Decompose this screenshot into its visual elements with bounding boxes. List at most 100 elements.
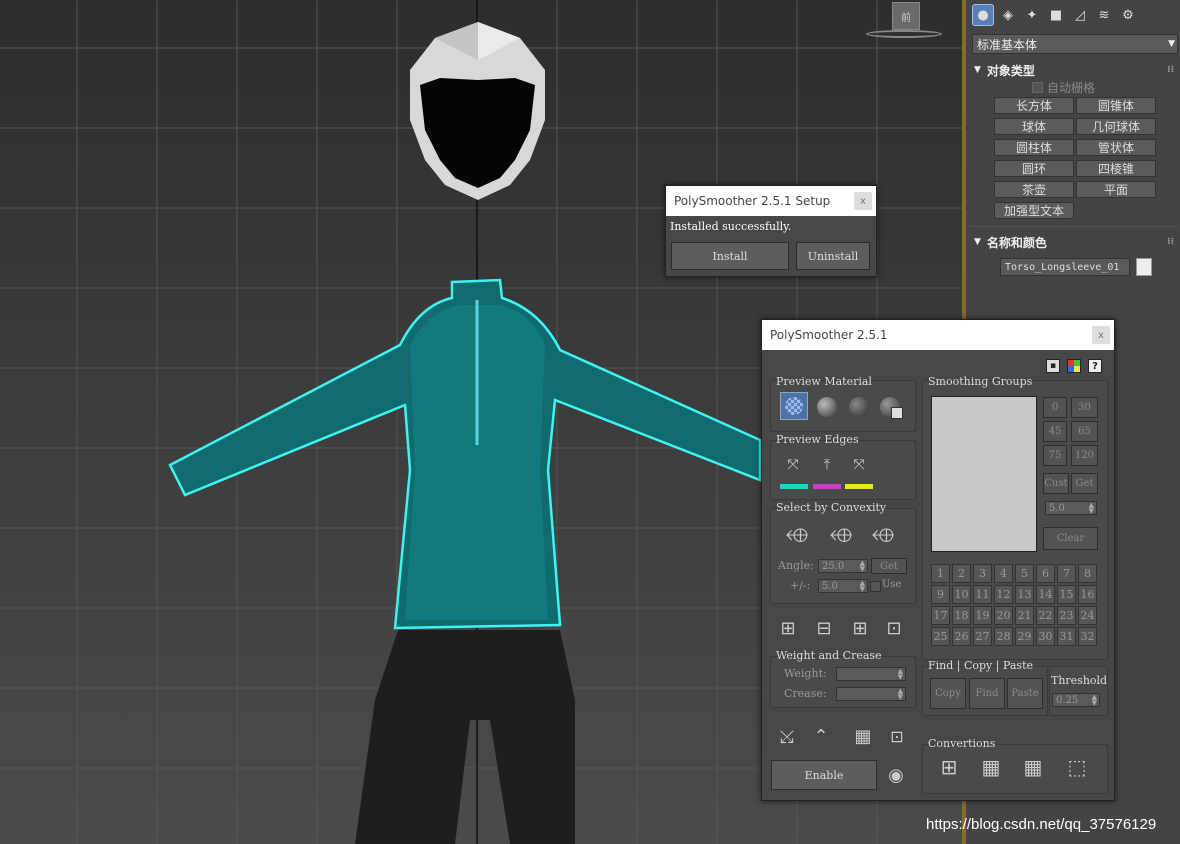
viewcube[interactable]: 前	[866, 2, 944, 42]
original-material-icon[interactable]	[880, 397, 903, 419]
setup-dialog-titlebar[interactable]: PolySmoother 2.5.1 Setup x	[666, 186, 876, 216]
grid-dense-icon[interactable]: ▦	[852, 725, 874, 747]
edge-preview-both-icon[interactable]: ⤧	[848, 454, 870, 476]
angle-get-button[interactable]: Get	[871, 558, 907, 574]
copy-button[interactable]: Copy	[930, 678, 966, 709]
smoothing-group-button[interactable]: 8	[1078, 564, 1097, 583]
sg-get-button[interactable]: Get	[1071, 473, 1098, 494]
tube-button[interactable]: 管状体	[1076, 139, 1156, 156]
viewcube-face[interactable]: 前	[892, 2, 920, 30]
sg-clear-button[interactable]: Clear	[1043, 527, 1098, 550]
help-icon[interactable]: ?	[1088, 359, 1102, 373]
quad-corner-icon[interactable]: ⊡	[883, 617, 905, 639]
camera-icon[interactable]: ■	[1046, 5, 1066, 25]
palette-icon[interactable]	[1067, 359, 1081, 373]
edge-color-swatch[interactable]	[780, 484, 808, 489]
save-icon[interactable]: ▪	[1046, 359, 1060, 373]
pyramid-button[interactable]: 四棱锥	[1076, 160, 1156, 177]
category-dropdown[interactable]: 标准基本体 ▼	[972, 34, 1178, 54]
smoothing-group-button[interactable]: 22	[1036, 606, 1055, 625]
convert-quads-icon[interactable]: ⊞	[938, 755, 960, 779]
smoothing-group-button[interactable]: 6	[1036, 564, 1055, 583]
close-icon[interactable]: x	[854, 192, 872, 210]
angle-spinner[interactable]: 25.0 ▲ ▼	[818, 559, 868, 573]
smoothing-group-button[interactable]: 25	[931, 627, 950, 646]
smoothing-group-button[interactable]: 23	[1057, 606, 1076, 625]
smoothing-group-button[interactable]: 10	[952, 585, 971, 604]
close-icon[interactable]: x	[1092, 326, 1110, 344]
cylinder-button[interactable]: 圆柱体	[994, 139, 1074, 156]
systems-icon[interactable]: ⚙	[1118, 5, 1138, 25]
smoothing-group-button[interactable]: 18	[952, 606, 971, 625]
convert-material-icon[interactable]: ▦	[1022, 755, 1044, 779]
smoothing-group-button[interactable]: 13	[1015, 585, 1034, 604]
smoothing-group-button[interactable]: 5	[1015, 564, 1034, 583]
smoothing-groups-list[interactable]	[931, 396, 1037, 552]
smoothing-group-button[interactable]: 30	[1036, 627, 1055, 646]
smoothing-group-button[interactable]: 24	[1078, 606, 1097, 625]
smoothing-group-button[interactable]: 4	[994, 564, 1013, 583]
smoothing-group-button[interactable]: 21	[1015, 606, 1034, 625]
smoothing-group-button[interactable]: 32	[1078, 627, 1097, 646]
smoothing-group-button[interactable]: 26	[952, 627, 971, 646]
spinner-arrows-icon[interactable]: ▲ ▼	[1092, 694, 1097, 707]
uninstall-button[interactable]: Uninstall	[796, 242, 870, 270]
concave-edges-icon[interactable]: ⌃	[810, 725, 832, 747]
sg-angle-button[interactable]: 120	[1071, 445, 1098, 466]
spinner-arrows-icon[interactable]: ▲ ▼	[860, 560, 865, 573]
spacewarp-icon[interactable]: ≋	[1094, 5, 1114, 25]
convert-cube-icon[interactable]: ⬚	[1066, 755, 1088, 779]
spinner-arrows-icon[interactable]: ▲ ▼	[898, 668, 903, 681]
focus-target-icon[interactable]: ◉	[885, 764, 907, 786]
box-button[interactable]: 长方体	[994, 97, 1074, 114]
edge-preview-convex-icon[interactable]: ⤧	[782, 454, 804, 476]
tolerance-spinner[interactable]: 5.0 ▲ ▼	[818, 579, 868, 593]
smoothing-group-button[interactable]: 2	[952, 564, 971, 583]
quad-split-icon[interactable]: ⊟	[813, 617, 835, 639]
smoothing-group-button[interactable]: 29	[1015, 627, 1034, 646]
textplus-button[interactable]: 加强型文本	[994, 202, 1074, 219]
smoothing-group-button[interactable]: 16	[1078, 585, 1097, 604]
geosphere-button[interactable]: 几何球体	[1076, 118, 1156, 135]
smoothing-group-button[interactable]: 11	[973, 585, 992, 604]
weight-spinner[interactable]: ▲ ▼	[836, 667, 906, 681]
cone-button[interactable]: 圆锥体	[1076, 97, 1156, 114]
sg-angle-button[interactable]: 45	[1043, 421, 1067, 442]
sg-angle-button[interactable]: 30	[1071, 397, 1098, 418]
enable-button[interactable]: Enable	[771, 760, 877, 790]
smoothing-group-button[interactable]: 28	[994, 627, 1013, 646]
crease-spinner[interactable]: ▲ ▼	[836, 687, 906, 701]
teapot-button[interactable]: 茶壶	[994, 181, 1074, 198]
select-concave-icon[interactable]: ⬲	[830, 523, 852, 547]
grid-sparse-icon[interactable]: ⊡	[886, 725, 908, 747]
smoothing-group-button[interactable]: 7	[1057, 564, 1076, 583]
helpers-icon[interactable]: ◿	[1070, 5, 1090, 25]
torus-button[interactable]: 圆环	[994, 160, 1074, 177]
smoothing-group-button[interactable]: 14	[1036, 585, 1055, 604]
convex-edges-icon[interactable]: ⤩	[776, 725, 798, 747]
sphere-button[interactable]: 球体	[994, 118, 1074, 135]
find-button[interactable]: Find	[969, 678, 1005, 709]
sg-value-spinner[interactable]: 5.0 ▲ ▼	[1045, 501, 1097, 515]
checker-material-icon[interactable]	[780, 392, 808, 420]
smoothing-group-button[interactable]: 1	[931, 564, 950, 583]
smoothing-group-button[interactable]: 19	[973, 606, 992, 625]
smoothing-group-button[interactable]: 17	[931, 606, 950, 625]
spinner-arrows-icon[interactable]: ▲ ▼	[860, 580, 865, 593]
sg-angle-button[interactable]: 0	[1043, 397, 1067, 418]
plane-button[interactable]: 平面	[1076, 181, 1156, 198]
install-button[interactable]: Install	[671, 242, 789, 270]
object-name-input[interactable]: Torso_Longsleeve_01	[1000, 258, 1130, 276]
autogrid-checkbox-row[interactable]: 自动栅格	[1032, 79, 1095, 96]
smoothing-group-button[interactable]: 20	[994, 606, 1013, 625]
viewcube-ring[interactable]	[866, 30, 942, 38]
smoothing-group-button[interactable]: 15	[1057, 585, 1076, 604]
sg-cust-button[interactable]: Cust	[1043, 473, 1069, 494]
smoothing-group-button[interactable]: 9	[931, 585, 950, 604]
smoothing-group-button[interactable]: 3	[973, 564, 992, 583]
edge-color-swatch[interactable]	[813, 484, 841, 489]
spinner-arrows-icon[interactable]: ▲ ▼	[898, 688, 903, 701]
edge-preview-concave-icon[interactable]: ⤒	[816, 454, 838, 476]
shaded-material-icon[interactable]	[817, 397, 837, 417]
select-both-icon[interactable]: ⬲	[872, 523, 894, 547]
